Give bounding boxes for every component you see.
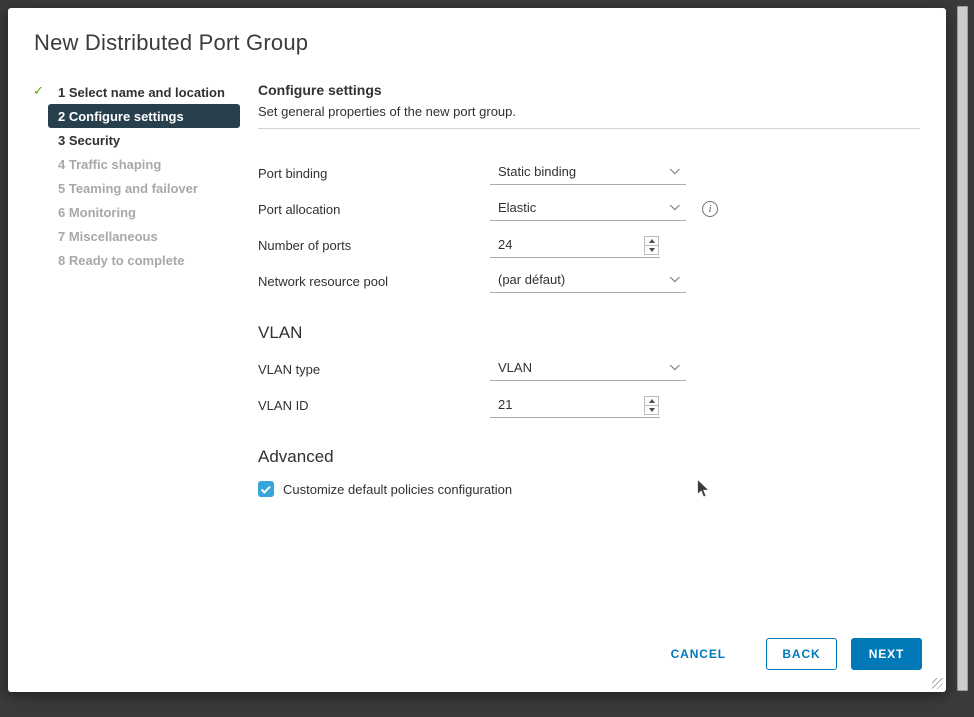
window-scrollbar[interactable] (957, 6, 968, 691)
chevron-down-icon (670, 200, 680, 210)
next-button[interactable]: NEXT (851, 638, 922, 670)
form-row-network-resource-pool: Network resource pool (par défaut) (258, 263, 920, 299)
network-resource-pool-select[interactable]: (par défaut) (490, 269, 686, 293)
form-row-number-of-ports: Number of ports (258, 227, 920, 263)
wizard-step-configure-settings[interactable]: 2 Configure settings (48, 104, 240, 128)
wizard-step-monitoring: 6 Monitoring (48, 200, 240, 224)
resize-grip[interactable] (932, 678, 943, 689)
check-icon: ✓ (33, 84, 44, 97)
step-content-panel: Configure settings Set general propertie… (258, 68, 946, 497)
number-of-ports-input[interactable] (490, 233, 644, 256)
advanced-section-title: Advanced (258, 447, 920, 467)
wizard-step-label: 3 Security (58, 133, 120, 148)
dialog-title: New Distributed Port Group (34, 30, 920, 56)
stepper-down-icon[interactable] (645, 405, 658, 414)
port-binding-label: Port binding (258, 166, 490, 181)
wizard-step-ready-to-complete: 8 Ready to complete (48, 248, 240, 272)
info-icon[interactable]: i (702, 201, 718, 217)
wizard-step-teaming-failover: 5 Teaming and failover (48, 176, 240, 200)
port-allocation-value: Elastic (498, 200, 536, 215)
number-of-ports-label: Number of ports (258, 238, 490, 253)
network-resource-pool-label: Network resource pool (258, 274, 490, 289)
chevron-down-icon (670, 272, 680, 282)
checkbox-checked-icon[interactable] (258, 481, 274, 497)
port-binding-select[interactable]: Static binding (490, 161, 686, 185)
number-of-ports-stepper[interactable] (644, 236, 659, 255)
form-row-vlan-id: VLAN ID (258, 387, 920, 423)
wizard-step-label: 4 Traffic shaping (58, 157, 161, 172)
dialog-footer: CANCEL BACK NEXT (659, 638, 922, 670)
wizard-step-select-name[interactable]: ✓ 1 Select name and location (48, 80, 240, 104)
vlan-id-field (490, 393, 660, 418)
wizard-step-label: 6 Monitoring (58, 205, 136, 220)
dialog-header: New Distributed Port Group (8, 8, 946, 68)
cancel-button[interactable]: CANCEL (659, 638, 738, 670)
vlan-id-stepper[interactable] (644, 396, 659, 415)
wizard-step-label: 2 Configure settings (58, 109, 184, 124)
stepper-up-icon[interactable] (645, 237, 658, 245)
panel-subheading: Set general properties of the new port g… (258, 104, 920, 119)
back-button[interactable]: BACK (766, 638, 837, 670)
wizard-step-label: 5 Teaming and failover (58, 181, 198, 196)
vlan-type-value: VLAN (498, 360, 532, 375)
vlan-id-input[interactable] (490, 393, 644, 416)
wizard-step-label: 1 Select name and location (58, 85, 225, 100)
wizard-step-security[interactable]: 3 Security (48, 128, 240, 152)
form-row-port-allocation: Port allocation Elastic i (258, 191, 920, 227)
customize-policies-checkbox-label: Customize default policies configuration (283, 482, 512, 497)
wizard-step-label: 7 Miscellaneous (58, 229, 158, 244)
vlan-type-select[interactable]: VLAN (490, 357, 686, 381)
header-divider (258, 128, 920, 129)
port-binding-value: Static binding (498, 164, 576, 179)
wizard-step-label: 8 Ready to complete (58, 253, 184, 268)
chevron-down-icon (670, 360, 680, 370)
wizard-step-miscellaneous: 7 Miscellaneous (48, 224, 240, 248)
vlan-id-label: VLAN ID (258, 398, 490, 413)
stepper-down-icon[interactable] (645, 245, 658, 254)
wizard-steps: ✓ 1 Select name and location 2 Configure… (48, 68, 240, 272)
customize-policies-checkbox-row[interactable]: Customize default policies configuration (258, 481, 920, 497)
chevron-down-icon (670, 164, 680, 174)
port-allocation-select[interactable]: Elastic (490, 197, 686, 221)
new-distributed-port-group-dialog: New Distributed Port Group ✓ 1 Select na… (8, 8, 946, 692)
panel-heading: Configure settings (258, 82, 920, 98)
number-of-ports-field (490, 233, 660, 258)
network-resource-pool-value: (par défaut) (498, 272, 565, 287)
form-row-port-binding: Port binding Static binding (258, 155, 920, 191)
form-row-vlan-type: VLAN type VLAN (258, 351, 920, 387)
wizard-step-traffic-shaping: 4 Traffic shaping (48, 152, 240, 176)
vlan-section-title: VLAN (258, 323, 920, 343)
vlan-type-label: VLAN type (258, 362, 490, 377)
port-allocation-label: Port allocation (258, 202, 490, 217)
stepper-up-icon[interactable] (645, 397, 658, 405)
